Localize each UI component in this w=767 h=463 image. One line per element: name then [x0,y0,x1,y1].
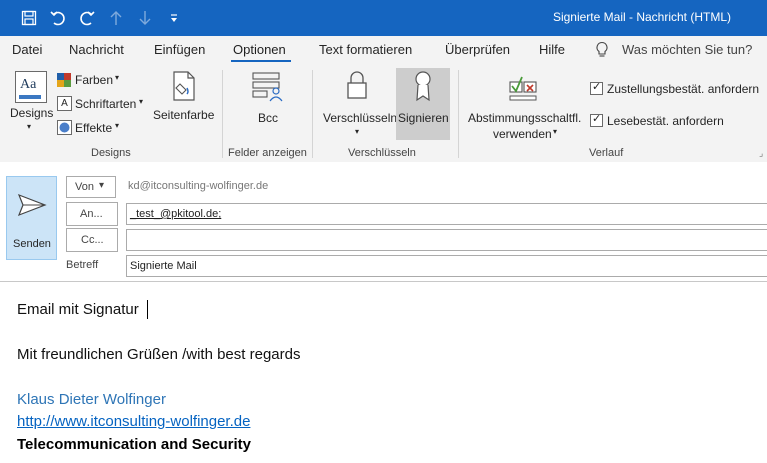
seitenfarbe-label: Seitenfarbe [153,108,215,122]
chevron-down-icon: ▾ [99,180,105,191]
dialog-launcher-icon[interactable]: ⌟ [759,148,763,159]
subject-value: Signierte Mail [130,260,197,272]
customize-icon[interactable] [163,7,185,29]
schriftarten-label: Schriftarten [75,97,137,111]
zustellung-label: Zustellungsbestät. anfordern [607,82,760,96]
palette-icon [57,73,71,90]
ribbon-award-icon [413,70,433,105]
checkbox-checked-icon: ✓ [590,113,603,127]
group-verschluesseln-label: Verschlüsseln [348,147,416,159]
farben-button[interactable]: Farben ▾ [57,72,147,88]
group-verlauf-label: Verlauf [589,147,624,159]
signieren-button[interactable]: Signieren [396,68,450,140]
from-label: Von [75,181,94,193]
group-felder-label: Felder anzeigen [228,147,307,159]
cc-field[interactable] [126,229,767,251]
group-designs-label: Designs [91,147,131,159]
ribbon: Aa Designs ▾ Farben ▾ A Schriftarten ▾ E… [0,64,767,163]
body-greeting: Mit freundlichen Grüßen /with best regar… [17,346,301,363]
signature-link[interactable]: http://www.itconsulting-wolfinger.de [17,413,250,430]
effekte-button[interactable]: Effekte ▾ [57,120,127,136]
window-title: Signierte Mail - Nachricht (HTML) [552,10,731,24]
message-body[interactable]: Email mit Signatur Mit freundlichen Grüß… [0,281,767,463]
lese-label: Lesebestät. anfordern [607,114,724,128]
tab-datei[interactable]: Datei [12,42,42,57]
group-separator [312,70,313,158]
send-button[interactable]: Senden [6,176,57,260]
send-label: Senden [13,238,51,250]
tell-me-search[interactable]: Was möchten Sie tun? [622,42,752,57]
designs-icon: Aa [15,71,47,103]
tab-ueberpruefen[interactable]: Überprüfen [445,42,510,57]
verschluesseln-label: Verschlüsseln [323,111,398,125]
zustellung-checkbox[interactable]: ✓ Zustellungsbestät. anfordern [590,81,766,97]
effects-icon [57,120,72,138]
subject-label: Betreff [66,259,99,271]
lightbulb-icon [595,41,609,62]
bcc-button[interactable]: Bcc [246,68,290,132]
effekte-label: Effekte [75,121,113,135]
page-color-icon [170,70,198,105]
signieren-label: Signieren [398,111,449,125]
ribbon-tabs: Datei Nachricht Einfügen Optionen Text f… [0,36,767,64]
voting-icon [509,74,539,105]
body-line-1: Email mit Signatur [17,301,139,318]
text-cursor [147,300,148,319]
abstimmung-label-2: verwenden [493,127,552,141]
from-value: kd@itconsulting-wolfinger.de [128,180,269,192]
active-tab-indicator [231,60,291,62]
message-header: Senden Von ▾ kd@itconsulting-wolfinger.d… [0,162,767,280]
group-separator [222,70,223,158]
subject-field[interactable]: Signierte Mail [126,255,767,277]
bcc-label: Bcc [258,111,279,125]
from-button[interactable]: Von ▾ [66,176,116,198]
signature-name: Klaus Dieter Wolfinger [17,391,166,408]
schriftarten-button[interactable]: A Schriftarten ▾ [57,96,149,112]
font-a-icon: A [57,96,72,111]
lock-icon [346,70,368,103]
cc-label: Cc... [81,234,104,246]
tab-optionen[interactable]: Optionen [233,42,286,57]
lese-checkbox[interactable]: ✓ Lesebestät. anfordern [590,113,740,129]
undo-icon[interactable] [47,7,69,29]
group-separator [458,70,459,158]
cc-button[interactable]: Cc... [66,228,118,252]
tab-hilfe[interactable]: Hilfe [539,42,565,57]
bcc-icon [252,72,284,105]
abstimmung-label-1: Abstimmungsschaltfl. [468,111,582,125]
to-button[interactable]: An... [66,202,118,226]
tab-text-formatieren[interactable]: Text formatieren [319,42,412,57]
arrow-up-icon[interactable] [105,7,127,29]
tab-nachricht[interactable]: Nachricht [69,42,124,57]
to-label: An... [80,208,103,220]
abstimmung-button[interactable]: Abstimmungsschaltfl. verwenden ▾ [464,68,582,142]
signature-company: Telecommunication and Security [17,436,251,453]
send-arrow-icon [17,193,47,220]
to-value: _test_@pkitool.de; [130,208,222,220]
seitenfarbe-button[interactable]: Seitenfarbe [152,68,216,132]
tab-einfuegen[interactable]: Einfügen [154,42,205,57]
title-bar: Signierte Mail - Nachricht (HTML) [0,0,767,36]
to-field[interactable]: _test_@pkitool.de; [126,203,767,225]
designs-button[interactable]: Aa Designs ▾ [10,68,54,132]
save-icon[interactable] [18,7,40,29]
verschluesseln-button[interactable]: Verschlüsseln ▾ [320,68,398,140]
arrow-down-icon[interactable] [134,7,156,29]
designs-label: Designs [10,106,54,120]
farben-label: Farben [75,73,114,87]
redo-icon[interactable] [76,7,98,29]
checkbox-checked-icon: ✓ [590,81,603,95]
